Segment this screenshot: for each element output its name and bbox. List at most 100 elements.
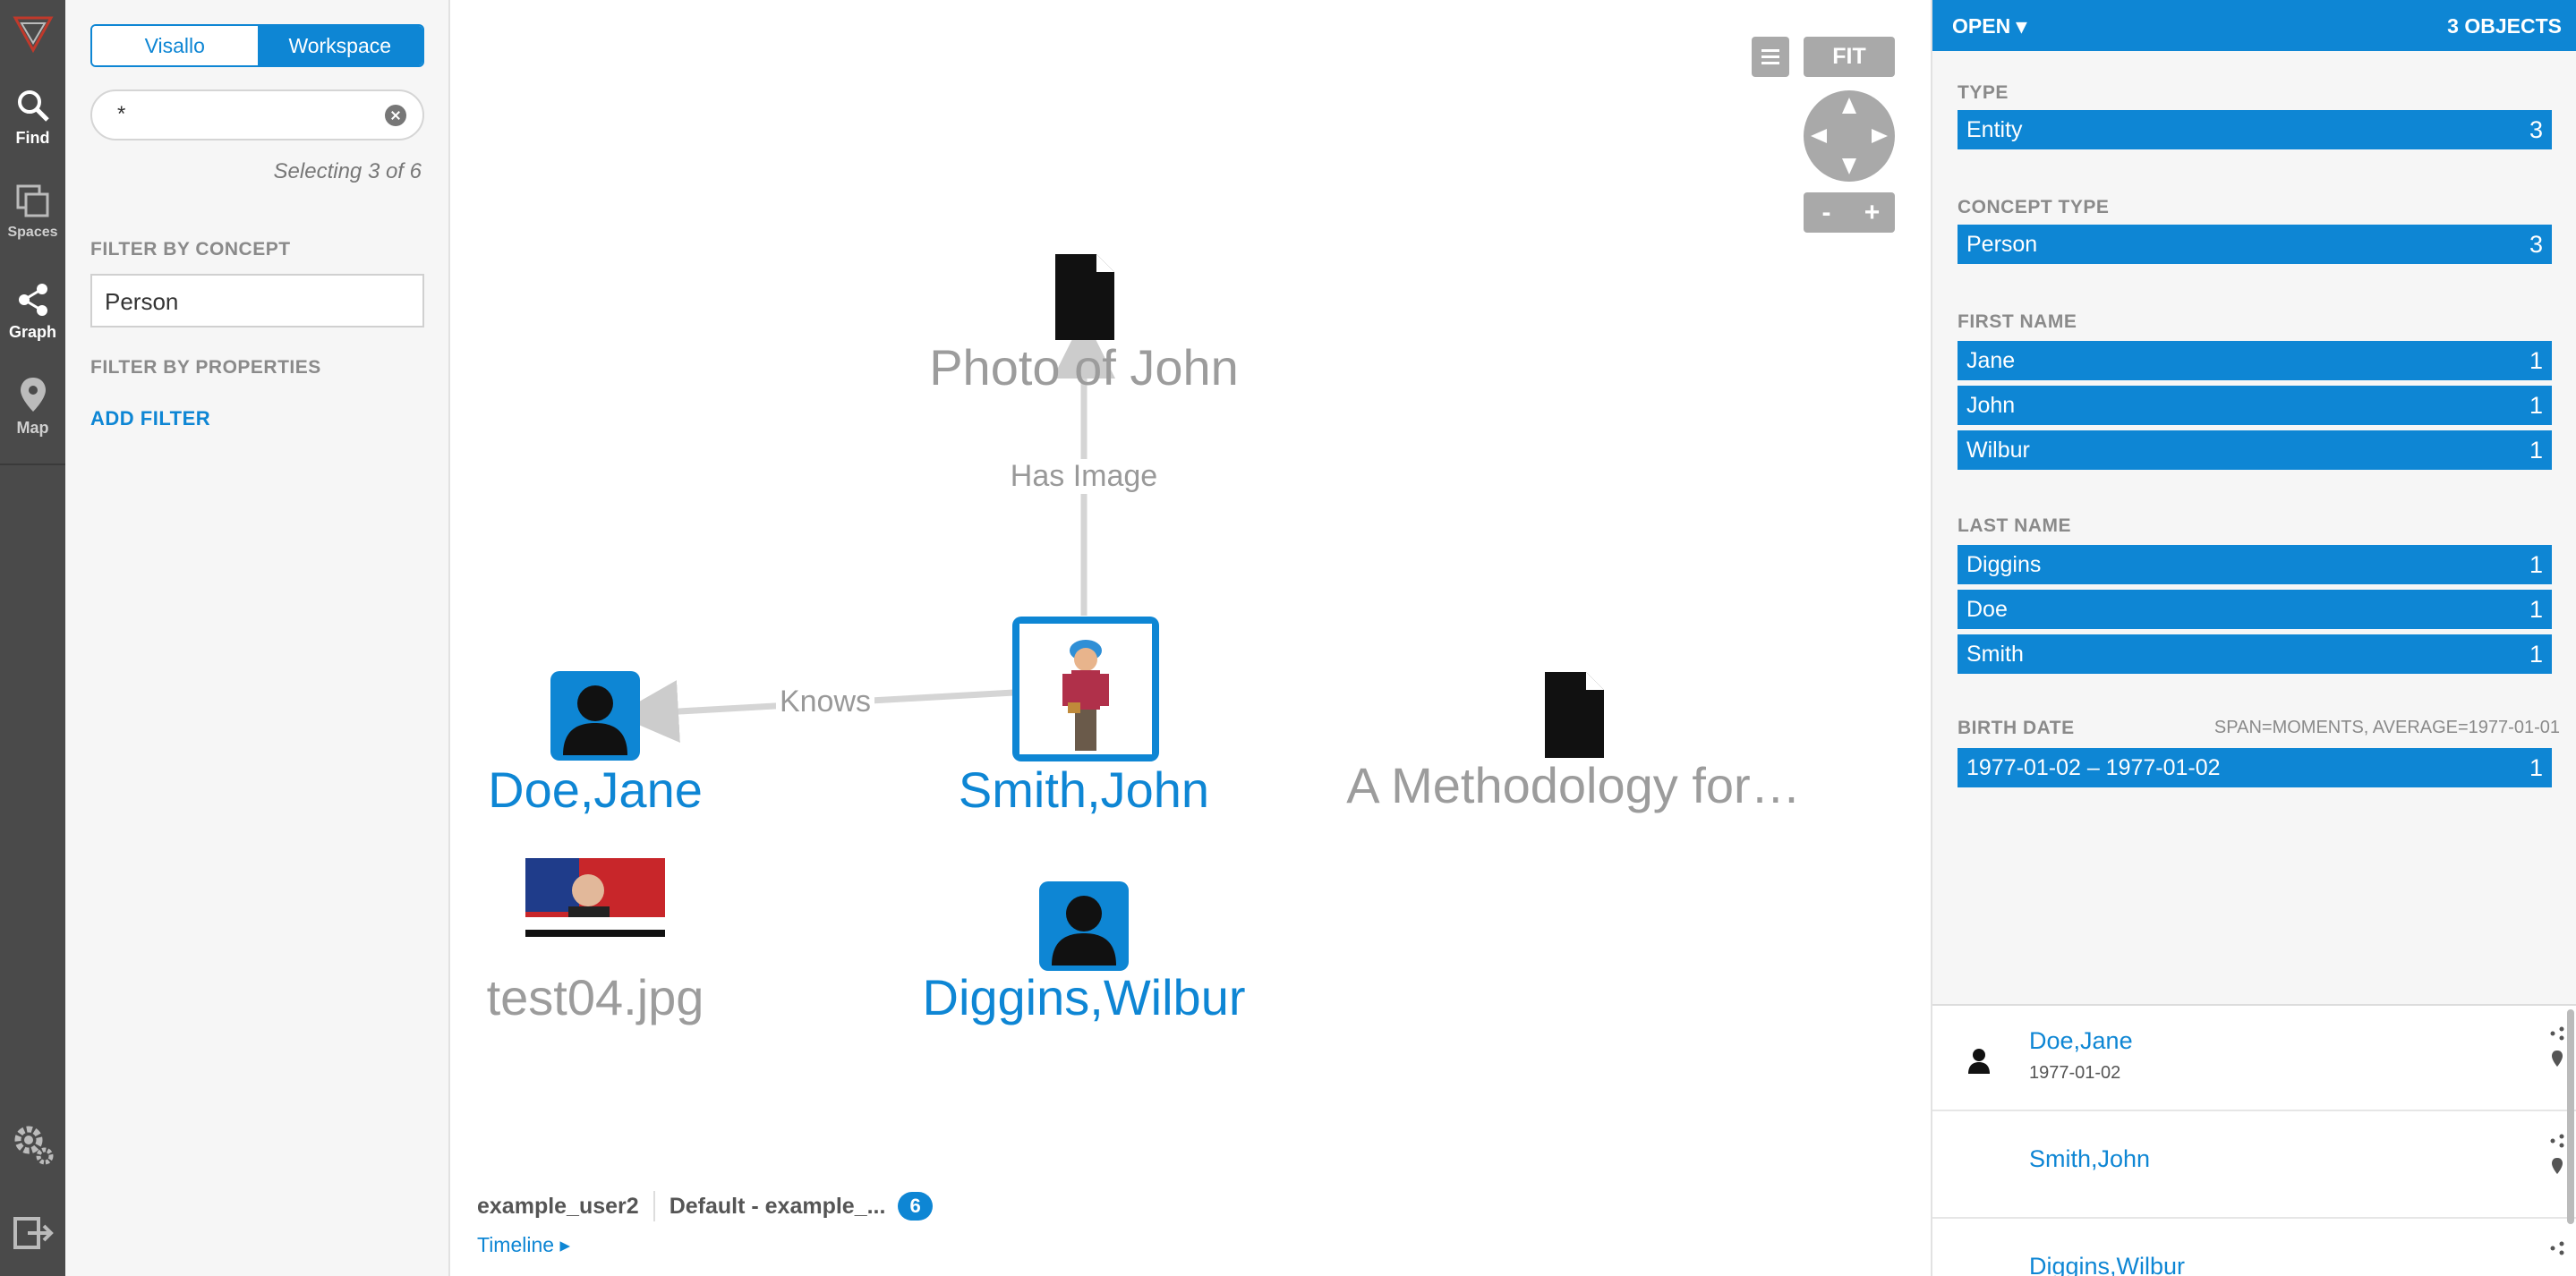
workspace-name[interactable]: Default - example_... <box>670 1194 886 1220</box>
search-input[interactable] <box>117 102 377 127</box>
bar-count: 1 <box>2529 641 2543 668</box>
histogram-bar[interactable]: Jane 1 <box>1958 341 2552 380</box>
result-actions-icon[interactable] <box>2549 1133 2565 1187</box>
person-icon <box>1968 1049 1990 1074</box>
bar-count: 1 <box>2529 551 2543 578</box>
last-name-histogram-title: LAST NAME <box>1958 515 2071 536</box>
pan-control[interactable] <box>1804 90 1895 182</box>
birth-date-histogram-title: BIRTH DATE <box>1958 718 2075 738</box>
bar-count: 3 <box>2529 116 2543 143</box>
spaces-icon <box>16 184 48 217</box>
document-icon[interactable] <box>1055 254 1114 340</box>
result-actions-icon[interactable] <box>2549 1240 2565 1276</box>
news-thumbnail-image[interactable] <box>525 858 665 937</box>
histogram-bar[interactable]: 1977-01-02 – 1977-01-02 1 <box>1958 748 2552 787</box>
bar-count: 1 <box>2529 347 2543 374</box>
node-smith-john[interactable]: Smith,John <box>959 761 1209 819</box>
result-title[interactable]: Doe,Jane <box>2029 1027 2133 1055</box>
bar-count: 1 <box>2529 596 2543 623</box>
app-root: Find Spaces Graph Map Visallo Workspace … <box>0 0 2576 1276</box>
add-filter-link[interactable]: ADD FILTER <box>90 407 210 430</box>
logout-icon <box>13 1217 54 1249</box>
nav-divider <box>0 464 65 465</box>
settings-button[interactable] <box>0 1120 65 1173</box>
zoom-out-button[interactable]: - <box>1804 192 1849 233</box>
bar-label: 1977-01-02 – 1977-01-02 <box>1966 755 2221 780</box>
detail-panel: OPEN ▾ 3 OBJECTS TYPE Entity 3 CONCEPT T… <box>1931 0 2576 1276</box>
bar-label: Diggins <box>1966 552 2042 577</box>
filter-properties-title: FILTER BY PROPERTIES <box>90 357 321 378</box>
person-silhouette-icon <box>1052 896 1116 966</box>
edge-label-has-image: Has Image <box>1006 459 1162 494</box>
bar-count: 3 <box>2529 231 2543 258</box>
search-scope-toggle: Visallo Workspace <box>90 24 424 67</box>
node-doe-jane[interactable]: Doe,Jane <box>488 761 703 819</box>
nav-map[interactable]: Map <box>0 376 65 474</box>
bar-count: 1 <box>2529 392 2543 419</box>
graph-edges <box>616 316 1115 743</box>
tab-workspace[interactable]: Workspace <box>257 26 422 65</box>
nav-find[interactable]: Find <box>0 88 65 186</box>
node-photo-of-john[interactable]: Photo of John <box>929 338 1239 396</box>
node-methodology[interactable]: A Methodology for… <box>1346 756 1800 814</box>
left-nav: Find Spaces Graph Map <box>0 0 65 1276</box>
node-diggins-wilbur-image[interactable] <box>1039 881 1129 971</box>
nav-graph[interactable]: Graph <box>0 282 65 380</box>
filter-concept-title: FILTER BY CONCEPT <box>90 239 291 259</box>
result-title[interactable]: Diggins,Wilbur <box>2029 1253 2185 1276</box>
node-diggins-wilbur[interactable]: Diggins,Wilbur <box>923 968 1246 1026</box>
nav-map-label: Map <box>16 419 49 437</box>
nav-spaces-label: Spaces <box>7 225 58 240</box>
histogram-bar[interactable]: Person 3 <box>1958 225 2552 264</box>
result-actions-icon[interactable] <box>2549 1025 2565 1079</box>
node-test04[interactable]: test04.jpg <box>487 968 704 1026</box>
clear-search-icon[interactable] <box>385 105 406 126</box>
results-scrollbar[interactable] <box>2567 1009 2574 1224</box>
detail-header: OPEN ▾ 3 OBJECTS <box>1932 0 2576 51</box>
result-title[interactable]: Smith,John <box>2029 1145 2150 1173</box>
search-query-box <box>90 89 424 140</box>
search-panel: Visallo Workspace Selecting 3 of 6 FILTE… <box>65 0 450 1276</box>
timeline-toggle[interactable]: Timeline ▸ <box>477 1233 570 1257</box>
result-subtitle: 1977-01-02 <box>2029 1063 2121 1083</box>
first-name-histogram-title: FIRST NAME <box>1958 311 2077 332</box>
workspace-footer: example_user2 Default - example_... 6 <box>477 1191 933 1221</box>
person-silhouette-icon <box>563 685 627 755</box>
share-graph-icon <box>18 284 47 316</box>
histogram-bar[interactable]: Doe 1 <box>1958 590 2552 629</box>
selected-results-list: Doe,Jane 1977-01-02 Smith,John Diggins,W… <box>1932 1004 2576 1276</box>
bar-label: Smith <box>1966 642 2024 667</box>
graph-canvas[interactable]: Photo of John Has Image Smith,John Knows… <box>452 0 1931 1276</box>
person-photo-icon <box>1019 624 1152 754</box>
logout-button[interactable] <box>0 1215 65 1255</box>
footer-divider <box>653 1191 655 1221</box>
bar-label: Person <box>1966 232 2038 257</box>
birth-date-stats: SPAN=MOMENTS, AVERAGE=1977-01-01 <box>2213 718 2560 737</box>
visallo-logo-icon <box>13 16 54 54</box>
bar-label: Wilbur <box>1966 438 2030 463</box>
histogram-bar[interactable]: Diggins 1 <box>1958 545 2552 584</box>
open-dropdown[interactable]: OPEN ▾ <box>1952 14 2026 38</box>
list-item[interactable]: Diggins,Wilbur <box>1932 1221 2576 1276</box>
bar-label: Jane <box>1966 348 2016 373</box>
zoom-in-button[interactable]: + <box>1849 192 1895 233</box>
node-doe-jane-image[interactable] <box>550 671 640 761</box>
list-item[interactable]: Smith,John <box>1932 1113 2576 1219</box>
fit-button[interactable]: FIT <box>1804 37 1895 77</box>
histogram-bar[interactable]: Wilbur 1 <box>1958 430 2552 470</box>
concept-histogram-title: CONCEPT TYPE <box>1958 197 2110 217</box>
list-item[interactable]: Doe,Jane 1977-01-02 <box>1932 1006 2576 1111</box>
nav-spaces[interactable]: Spaces <box>0 183 65 282</box>
histogram-bar[interactable]: John 1 <box>1958 386 2552 425</box>
node-smith-john-image[interactable] <box>1012 617 1159 761</box>
bar-label: Entity <box>1966 117 2023 142</box>
histogram-bar[interactable]: Smith 1 <box>1958 634 2552 674</box>
entity-count-badge: 6 <box>898 1192 933 1221</box>
histogram-bar[interactable]: Entity 3 <box>1958 110 2552 149</box>
pan-arrows-icon <box>1811 98 1888 174</box>
map-pin-icon <box>20 378 46 412</box>
graph-menu-button[interactable] <box>1752 37 1789 77</box>
concept-select[interactable]: Person <box>90 274 424 328</box>
document-icon[interactable] <box>1545 672 1604 758</box>
tab-visallo[interactable]: Visallo <box>92 26 258 65</box>
